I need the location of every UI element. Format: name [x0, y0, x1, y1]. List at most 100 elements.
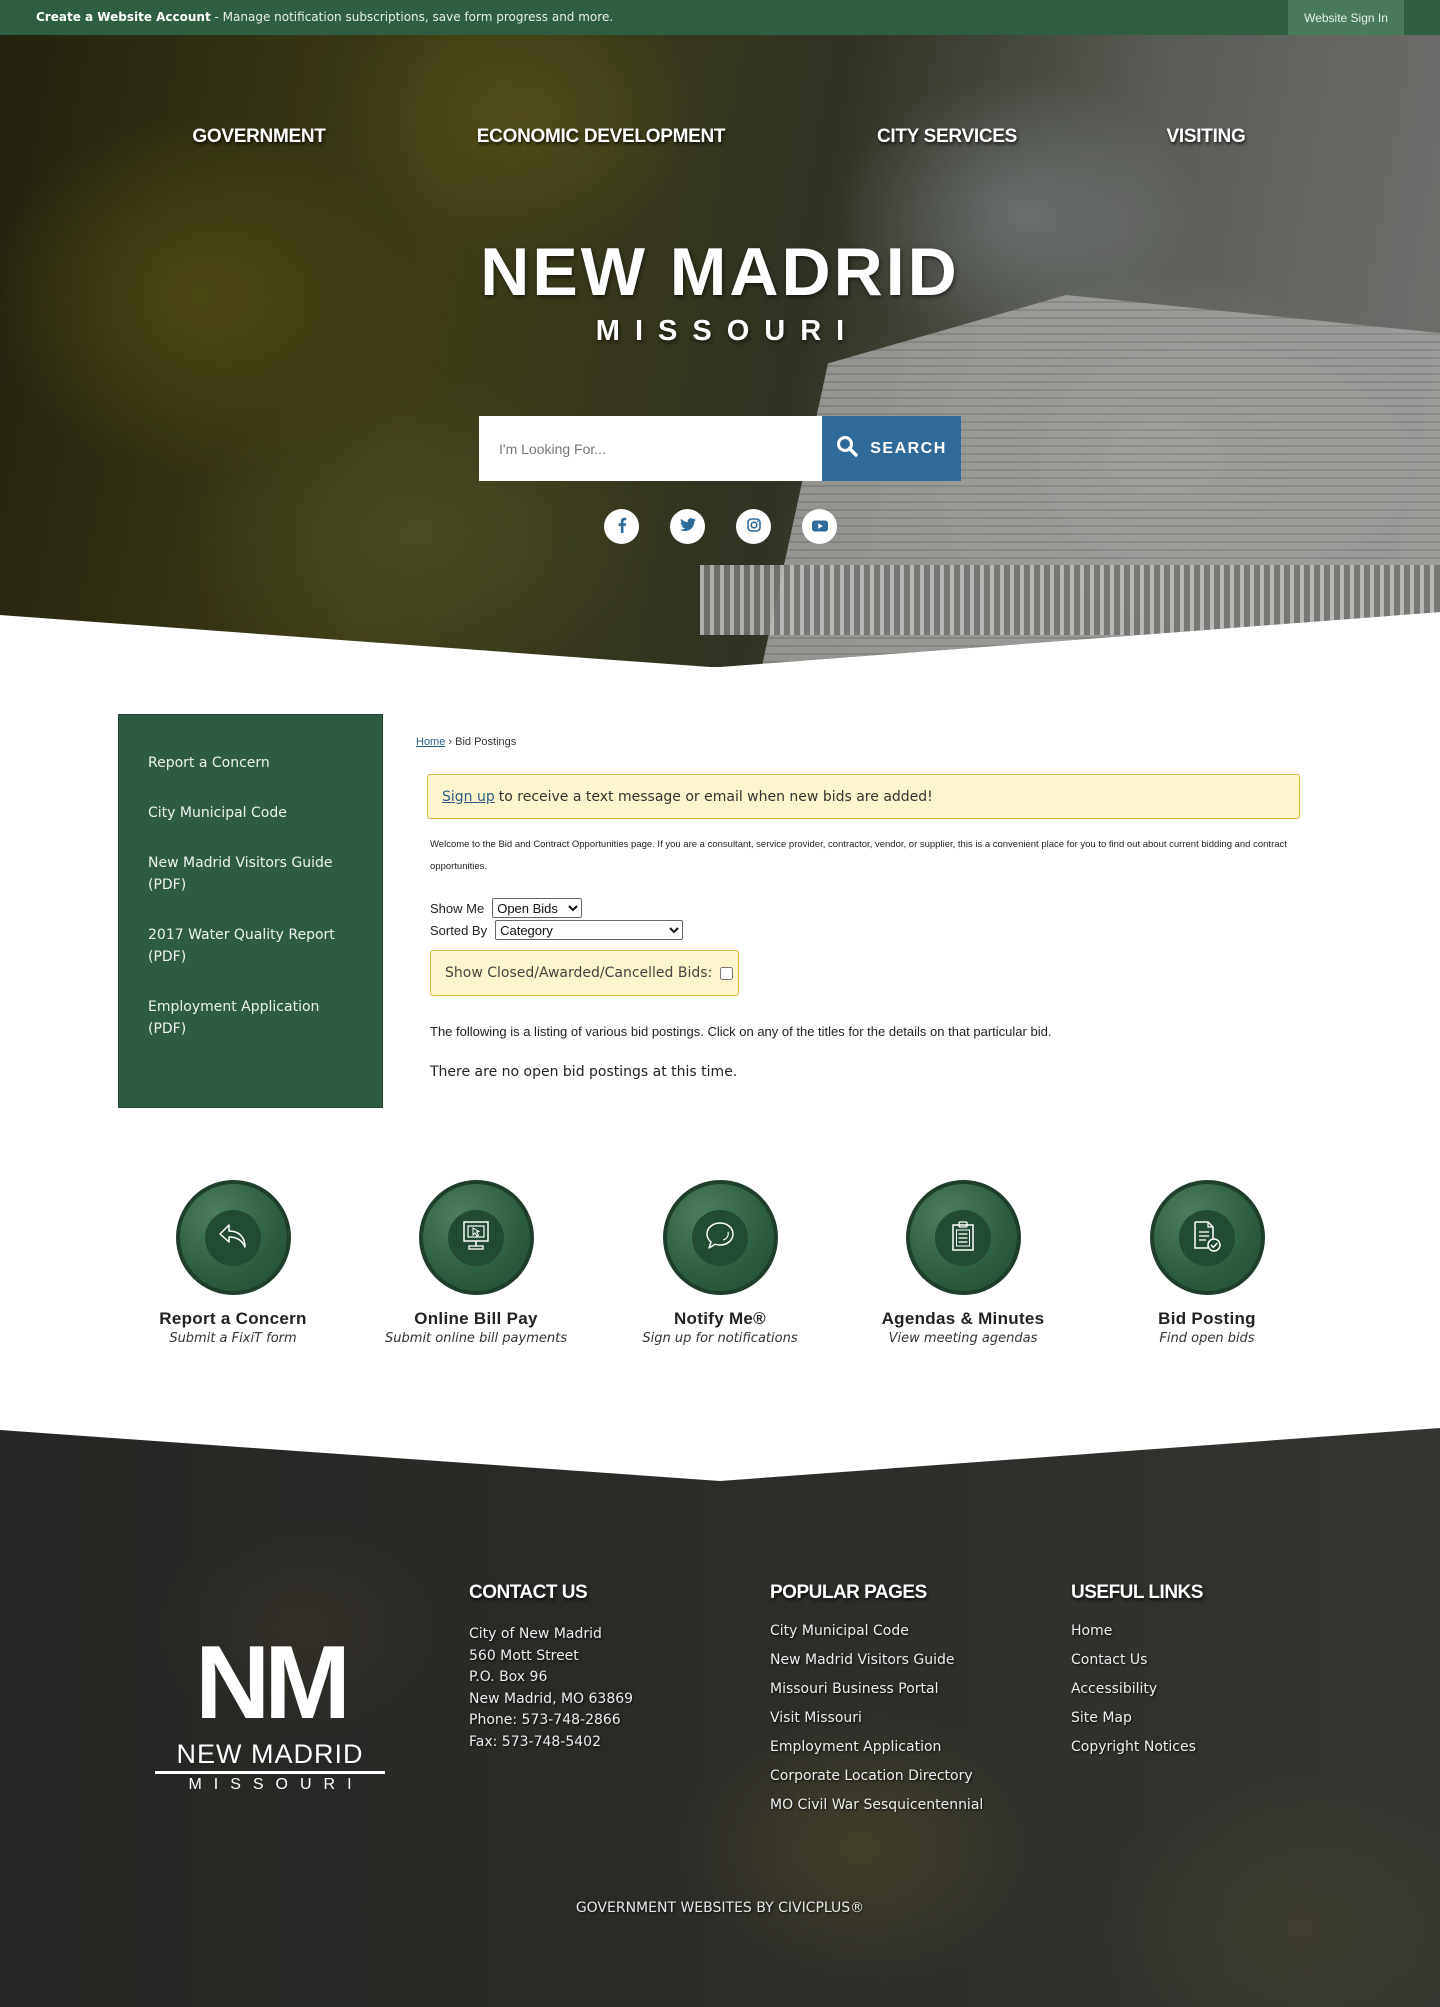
civicplus-link[interactable]: GOVERNMENT WEBSITES BY CIVICPLUS®: [576, 1900, 864, 1916]
show-me-label: Show Me: [430, 900, 485, 916]
footer-logo-state: MISSOURI: [188, 1776, 364, 1793]
quick-link-title: Report a Concern: [159, 1309, 307, 1328]
social-links: [604, 509, 837, 544]
closed-bids-checkbox[interactable]: [720, 966, 734, 980]
nav-item-government[interactable]: GOVERNMENT: [192, 126, 325, 148]
sidebar-item-report-a-concern[interactable]: Report a Concern: [119, 752, 382, 774]
twitter-link[interactable]: [670, 509, 705, 544]
show-me-control: Show Me Open Bids: [430, 898, 583, 918]
nav-item-city-services[interactable]: CITY SERVICES: [877, 126, 1017, 148]
footer-link-mo-civil-war[interactable]: MO Civil War Sesquicentennial: [770, 1791, 983, 1820]
footer-contact: CONTACT US City of New Madrid 560 Mott S…: [469, 1582, 633, 1753]
footer-link-visitors-guide[interactable]: New Madrid Visitors Guide: [770, 1646, 983, 1675]
sign-up-link[interactable]: Sign up: [442, 789, 495, 805]
closed-bids-toggle: Show Closed/Awarded/Cancelled Bids:: [430, 950, 739, 996]
footer-link-site-map[interactable]: Site Map: [1071, 1704, 1203, 1733]
footer-contact-heading: CONTACT US: [469, 1582, 588, 1603]
speech-bubble-icon: [704, 1220, 736, 1256]
empty-state-message: There are no open bid postings at this t…: [430, 1064, 738, 1080]
quick-link-desc: Find open bids: [1159, 1331, 1255, 1346]
search-button[interactable]: SEARCH: [822, 416, 961, 481]
footer-popular-pages: POPULAR PAGES City Municipal Code New Ma…: [770, 1582, 983, 1820]
main-nav: GOVERNMENT ECONOMIC DEVELOPMENT CITY SER…: [0, 126, 1440, 156]
sorted-by-select[interactable]: Category: [495, 920, 684, 940]
create-account-link[interactable]: Create a Website Account: [36, 10, 211, 24]
contact-line: City of New Madrid: [469, 1626, 602, 1642]
signup-alert-text: to receive a text message or email when …: [498, 788, 933, 805]
facebook-link[interactable]: [604, 509, 639, 544]
quick-link-title: Notify Me®: [673, 1309, 767, 1328]
quick-link-desc: Submit a FixiT form: [169, 1331, 297, 1346]
intro-text: Welcome to the Bid and Contract Opportun…: [430, 839, 1287, 872]
quick-link-bid-posting[interactable]: Bid Posting Find open bids: [1097, 1180, 1317, 1346]
contact-line: P.O. Box 96: [469, 1669, 548, 1685]
nav-item-economic-development[interactable]: ECONOMIC DEVELOPMENT: [477, 126, 726, 148]
top-bar: Create a Website Account - Manage notifi…: [0, 0, 1440, 35]
facebook-icon: [615, 517, 629, 537]
nav-item-visiting[interactable]: VISITING: [1167, 126, 1246, 148]
sorted-by-control: Sorted By Category: [430, 920, 684, 940]
sorted-by-label: Sorted By: [430, 922, 488, 938]
footer-link-contact-us[interactable]: Contact Us: [1071, 1646, 1203, 1675]
footer-logo[interactable]: NM NEW MADRID MISSOURI: [155, 1625, 385, 1794]
footer-useful-links: USEFUL LINKS Home Contact Us Accessibili…: [1071, 1582, 1203, 1762]
footer-useful-heading: USEFUL LINKS: [1071, 1582, 1203, 1603]
sidebar-quick-links: Report a Concern City Municipal Code New…: [118, 714, 383, 1108]
document-check-icon: [1191, 1219, 1223, 1257]
quick-link-desc: Submit online bill payments: [385, 1331, 567, 1346]
breadcrumb-current: Bid Postings: [455, 736, 517, 748]
reply-arrow-icon: [217, 1221, 249, 1255]
breadcrumb-home-link[interactable]: Home: [416, 736, 445, 748]
site-title[interactable]: NEW MADRID: [0, 233, 1440, 311]
quick-link-agendas-minutes[interactable]: Agendas & Minutes View meeting agendas: [853, 1180, 1073, 1346]
closed-bids-label: Show Closed/Awarded/Cancelled Bids:: [445, 965, 713, 981]
sidebar-item-employment-application[interactable]: Employment Application (PDF): [119, 996, 382, 1040]
footer-link-employment-application[interactable]: Employment Application: [770, 1733, 983, 1762]
computer-monitor-icon: [462, 1220, 490, 1256]
site-subtitle: MISSOURI: [595, 315, 860, 347]
youtube-icon: [811, 517, 828, 536]
listing-description: The following is a listing of various bi…: [430, 1024, 1052, 1039]
site-search: I'm Looking For... SEARCH: [479, 416, 961, 481]
contact-line: Phone: 573-748-2866: [469, 1712, 621, 1728]
search-input[interactable]: I'm Looking For...: [479, 416, 822, 481]
sidebar-item-visitors-guide[interactable]: New Madrid Visitors Guide (PDF): [119, 852, 382, 896]
footer-link-home[interactable]: Home: [1071, 1617, 1203, 1646]
footer-logo-monogram: NM: [195, 1625, 351, 1741]
sidebar-item-city-municipal-code[interactable]: City Municipal Code: [119, 802, 382, 824]
website-sign-in-button[interactable]: Website Sign In: [1288, 0, 1404, 35]
contact-line: 560 Mott Street: [469, 1647, 579, 1664]
clipboard-icon: [950, 1220, 976, 1256]
sidebar-item-water-quality-report[interactable]: 2017 Water Quality Report (PDF): [119, 924, 382, 968]
quick-link-desc: Sign up for notifications: [642, 1331, 798, 1346]
quick-link-report-a-concern[interactable]: Report a Concern Submit a FixiT form: [123, 1180, 343, 1346]
footer-link-accessibility[interactable]: Accessibility: [1071, 1675, 1203, 1704]
youtube-link[interactable]: [802, 509, 837, 544]
quick-link-title: Agendas & Minutes: [881, 1309, 1045, 1328]
search-icon: [836, 435, 858, 462]
signup-alert: Sign up to receive a text message or ema…: [427, 774, 1300, 819]
footer-logo-name: NEW MADRID: [155, 1739, 385, 1774]
quick-link-online-bill-pay[interactable]: Online Bill Pay Submit online bill payme…: [366, 1180, 586, 1346]
instagram-link[interactable]: [736, 509, 771, 544]
footer-link-copyright-notices[interactable]: Copyright Notices: [1071, 1733, 1203, 1762]
create-account-banner: Create a Website Account - Manage notifi…: [36, 10, 613, 24]
create-account-desc: - Manage notification subscriptions, sav…: [210, 10, 614, 24]
breadcrumb: Home › Bid Postings: [416, 736, 516, 748]
contact-line: New Madrid, MO 63869: [469, 1690, 634, 1707]
quick-link-title: Online Bill Pay: [414, 1309, 538, 1328]
search-button-label: SEARCH: [870, 439, 947, 457]
quick-link-notify-me[interactable]: Notify Me® Sign up for notifications: [610, 1180, 830, 1346]
footer-link-visit-missouri[interactable]: Visit Missouri: [770, 1704, 983, 1733]
twitter-icon: [679, 517, 696, 536]
footer-link-corporate-location-directory[interactable]: Corporate Location Directory: [770, 1762, 983, 1791]
footer-credit: GOVERNMENT WEBSITES BY CIVICPLUS®: [0, 1900, 1440, 1916]
contact-line: Fax: 573-748-5402: [469, 1733, 601, 1750]
footer-link-city-municipal-code[interactable]: City Municipal Code: [770, 1617, 983, 1646]
breadcrumb-separator: ›: [448, 736, 453, 748]
show-me-select[interactable]: Open Bids: [492, 898, 583, 918]
footer-link-missouri-business-portal[interactable]: Missouri Business Portal: [770, 1675, 983, 1704]
quick-link-title: Bid Posting: [1158, 1309, 1256, 1328]
instagram-icon: [746, 517, 761, 536]
footer-popular-heading: POPULAR PAGES: [770, 1582, 927, 1603]
